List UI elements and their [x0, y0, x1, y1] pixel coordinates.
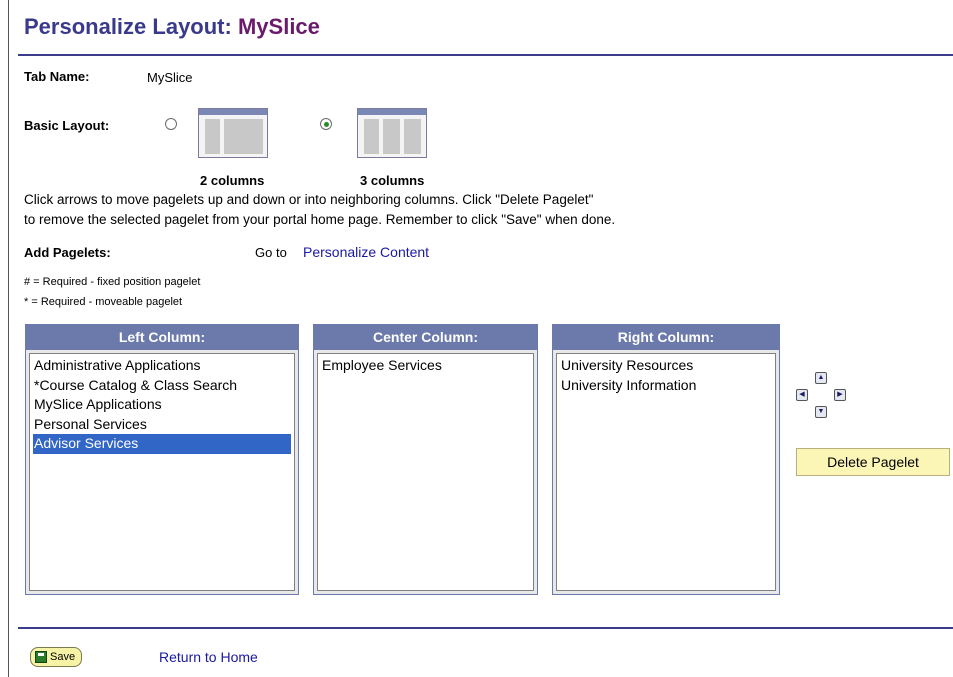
layout-2-columns-radio[interactable]	[165, 118, 177, 130]
thumbnail-header-bar	[358, 109, 426, 115]
add-pagelets-label: Add Pagelets:	[24, 245, 111, 260]
center-column-listbox[interactable]: Employee Services	[317, 353, 534, 591]
floppy-disk-icon	[35, 651, 47, 663]
list-item[interactable]: Employee Services	[321, 356, 530, 376]
right-column-listbox[interactable]: University Resources University Informat…	[556, 353, 776, 591]
thumbnail-column	[205, 119, 220, 154]
thumbnail-column	[404, 119, 421, 154]
thumbnail-column	[224, 119, 263, 154]
list-item-selected[interactable]: Advisor Services	[33, 434, 291, 454]
move-down-arrow-icon[interactable]: ▼	[815, 406, 827, 418]
footer-divider	[18, 627, 953, 629]
instructions-line-2: to remove the selected pagelet from your…	[24, 212, 616, 227]
center-column-header: Center Column:	[313, 324, 538, 350]
center-column-panel: Employee Services	[313, 349, 538, 595]
list-item[interactable]: University Information	[560, 376, 772, 396]
right-column-panel: University Resources University Informat…	[552, 349, 780, 595]
move-up-arrow-icon[interactable]: ▲	[815, 372, 827, 384]
move-right-arrow-icon[interactable]: ▶	[834, 389, 846, 401]
layout-2-columns-label: 2 columns	[200, 173, 265, 188]
instructions-line-1: Click arrows to move pagelets up and dow…	[24, 192, 594, 207]
thumbnail-column	[383, 119, 400, 154]
thumbnail-column	[364, 119, 379, 154]
layout-3-columns-label: 3 columns	[360, 173, 425, 188]
thumbnail-header-bar	[199, 109, 267, 115]
save-button[interactable]: Save	[30, 647, 83, 667]
move-left-arrow-icon[interactable]: ◀	[796, 389, 808, 401]
legend-fixed: # = Required - fixed position pagelet	[24, 276, 201, 288]
list-item[interactable]: MySlice Applications	[33, 395, 291, 415]
three-column-thumbnail	[357, 108, 427, 158]
legend-moveable: * = Required - moveable pagelet	[24, 296, 183, 308]
basic-layout-label: Basic Layout:	[24, 118, 110, 133]
page-title: Personalize Layout: MySlice	[24, 14, 320, 40]
left-column-panel: Administrative Applications *Course Cata…	[25, 349, 299, 595]
save-button-label: Save	[50, 651, 76, 663]
tab-name-value: MySlice	[147, 70, 193, 85]
list-item[interactable]: Administrative Applications	[33, 356, 291, 376]
list-item[interactable]: Personal Services	[33, 415, 291, 435]
delete-pagelet-button[interactable]: Delete Pagelet	[796, 448, 950, 476]
list-item[interactable]: University Resources	[560, 356, 772, 376]
title-divider	[18, 54, 953, 56]
left-column-header: Left Column:	[25, 324, 299, 350]
page-title-tab: MySlice	[237, 14, 320, 39]
personalize-content-link[interactable]: Personalize Content	[303, 244, 429, 260]
left-border	[8, 0, 9, 677]
tab-name-label: Tab Name:	[24, 69, 90, 84]
two-column-thumbnail	[198, 108, 268, 158]
left-column-listbox[interactable]: Administrative Applications *Course Cata…	[29, 353, 295, 591]
page-title-prefix: Personalize Layout:	[24, 14, 232, 39]
return-to-home-link[interactable]: Return to Home	[159, 649, 258, 665]
list-item[interactable]: *Course Catalog & Class Search	[33, 376, 291, 396]
layout-3-columns-radio[interactable]	[320, 118, 332, 130]
right-column-header: Right Column:	[552, 324, 780, 350]
go-to-text: Go to	[255, 245, 287, 260]
